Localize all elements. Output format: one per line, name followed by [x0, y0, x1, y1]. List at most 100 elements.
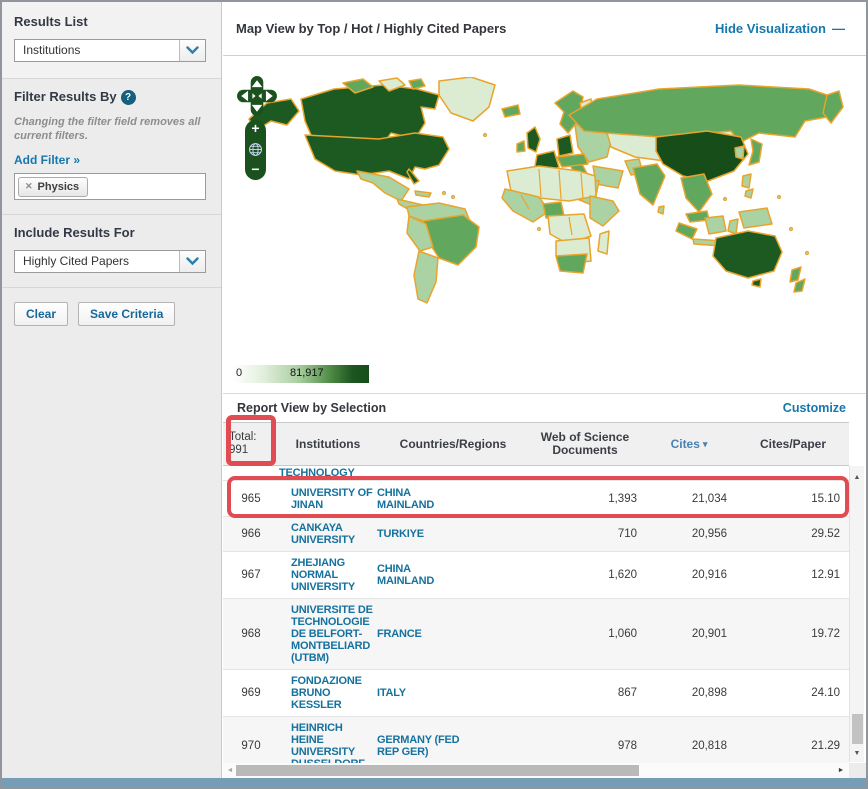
filter-section: Filter Results By? Changing the filter f… — [2, 79, 221, 214]
country-cell: TURKIYE — [377, 528, 424, 540]
table-row-968: 968 UNIVERSITE DE TECHNOLOGIE DE BELFORT-… — [223, 599, 849, 670]
vertical-scrollbar[interactable]: ▲ ▼ — [849, 466, 864, 762]
results-list-value: Institutions — [23, 43, 81, 57]
map-legend: 0 81,917 — [233, 365, 369, 383]
zoom-in-icon[interactable]: + — [251, 121, 259, 135]
institution-cell: FONDAZIONE BRUNO KESSLER — [279, 670, 377, 716]
map-area: + − 0 81,917 — [223, 57, 866, 393]
report-title: Report View by Selection — [237, 401, 387, 415]
remove-filter-icon[interactable]: ✕ — [25, 181, 33, 192]
country-cell: CHINA MAINLAND — [377, 486, 435, 511]
cpp-cell: 15.10 — [811, 492, 840, 505]
scroll-left-icon[interactable]: ◄ — [224, 763, 236, 779]
institution-cell: UNIVERSITE DE TECHNOLOGIE DE BELFORT- MO… — [279, 599, 377, 669]
institution-link[interactable]: HEINRICH HEINE UNIVERSITY DUSSELDORF — [291, 722, 377, 763]
cpp-cell: 12.91 — [811, 569, 840, 581]
col-header-countries: Countries/Regions — [399, 436, 507, 451]
rank-cell: 965 — [241, 492, 261, 505]
main-panel: Map View by Top / Hot / Highly Cited Pap… — [223, 2, 866, 779]
cites-cell: 20,916 — [691, 569, 727, 581]
docs-cell: 978 — [617, 740, 637, 752]
scroll-down-icon[interactable]: ▼ — [850, 748, 864, 760]
results-list-heading: Results List — [14, 14, 88, 29]
save-criteria-button[interactable]: Save Criteria — [78, 302, 176, 326]
map-zoom-control[interactable]: + − — [245, 120, 266, 180]
bottom-strip — [2, 778, 866, 787]
chevron-down-icon[interactable] — [179, 251, 205, 272]
institution-link[interactable]: TECHNOLOGY — [279, 467, 355, 479]
docs-cell — [529, 466, 641, 480]
col-header-cites-sort[interactable]: Cites ▾ — [641, 423, 737, 465]
chevron-down-icon[interactable] — [179, 40, 205, 61]
clear-button[interactable]: Clear — [14, 302, 69, 326]
table-header: Total: 991 Institutions Countries/Region… — [223, 422, 849, 466]
table-row-965: 965 UNIVERSITY OF JINAN CHINA MAINLAND 1,39… — [223, 481, 849, 517]
cites-sort-link[interactable]: Cites — [671, 437, 700, 451]
world-map[interactable] — [239, 77, 859, 361]
institution-cell: UNIVERSITY OF JINAN — [279, 481, 377, 516]
rank-cell: 969 — [241, 687, 261, 699]
filter-note: Changing the filter field removes all cu… — [14, 116, 201, 142]
rank-cell: 970 — [241, 740, 261, 752]
table-row-partial: TECHNOLOGY — [223, 466, 849, 481]
table-body: TECHNOLOGY 965 UNIVERSITY OF JINAN CHINA MA… — [223, 466, 849, 763]
table-row-967: 967 ZHEJIANG NORMAL UNIVERSITY CHINA MAINL… — [223, 552, 849, 599]
vertical-scrollbar-thumb[interactable] — [852, 714, 863, 744]
map-pan-control[interactable] — [236, 75, 278, 117]
table-row-969: 969 FONDAZIONE BRUNO KESSLER ITALY 867 20,89… — [223, 670, 849, 717]
filter-tag-physics[interactable]: ✕ Physics — [18, 176, 89, 197]
hide-visualization-link[interactable]: Hide Visualization — — [715, 21, 845, 36]
institution-link[interactable]: CANKAYA UNIVERSITY — [291, 522, 355, 546]
filter-heading-label: Filter Results By — [14, 89, 117, 104]
horizontal-scrollbar-thumb[interactable] — [236, 765, 639, 776]
cites-cell: 20,818 — [691, 740, 727, 752]
cites-cell: 20,898 — [691, 687, 727, 699]
filter-tag-label: Physics — [37, 180, 80, 193]
results-list-dropdown[interactable]: Institutions — [14, 39, 206, 62]
esi-window: Results List Institutions Filter Results… — [0, 0, 868, 789]
rank-cell — [223, 466, 279, 480]
cites-cell: 20,901 — [691, 628, 727, 640]
help-icon[interactable]: ? — [120, 90, 136, 105]
cpp-cell: 29.52 — [811, 528, 840, 540]
country-cell: CHINA MAINLAND — [377, 563, 435, 587]
cites-cell: 20,956 — [691, 528, 727, 540]
country-cell: GERMANY (FED REP GER) — [377, 734, 460, 758]
table-row-970: 970 HEINRICH HEINE UNIVERSITY DUSSELDORFG… — [223, 717, 849, 763]
col-header-documents: Web of Science Documents — [540, 430, 630, 457]
scroll-right-icon[interactable]: ► — [835, 763, 847, 779]
rank-cell: 966 — [241, 528, 261, 540]
sort-desc-icon: ▾ — [702, 438, 708, 449]
cpp-cell: 21.29 — [811, 740, 840, 752]
zoom-out-icon[interactable]: − — [251, 162, 259, 176]
sidebar: Results List Institutions Filter Results… — [2, 2, 222, 778]
add-filter-link[interactable]: Add Filter » — [14, 153, 80, 167]
col-header-cites-per-paper: Cites/Paper — [759, 436, 827, 451]
include-value: Highly Cited Papers — [23, 254, 130, 268]
globe-icon[interactable] — [248, 142, 263, 157]
institution-link[interactable]: UNIVERSITE DE TECHNOLOGIE DE BELFORT- MO… — [291, 604, 373, 664]
include-dropdown[interactable]: Highly Cited Papers — [14, 250, 206, 273]
institution-cell: TECHNOLOGY — [279, 466, 377, 480]
institution-link[interactable]: ZHEJIANG NORMAL UNIVERSITY — [291, 557, 355, 593]
docs-cell: 710 — [617, 528, 637, 540]
include-section: Include Results For Highly Cited Papers — [2, 215, 221, 287]
map-header: Map View by Top / Hot / Highly Cited Pap… — [223, 2, 866, 56]
collapse-icon: — — [832, 21, 845, 36]
horizontal-scrollbar[interactable]: ◄ ► — [223, 763, 866, 779]
scroll-up-icon[interactable]: ▲ — [850, 472, 864, 484]
institution-cell: CANKAYA UNIVERSITY — [279, 517, 377, 551]
hide-visualization-label: Hide Visualization — [714, 21, 826, 36]
filter-heading: Filter Results By? — [14, 89, 209, 105]
customize-link[interactable]: Customize — [783, 401, 846, 415]
sidebar-actions: Clear Save Criteria — [2, 288, 221, 340]
docs-cell: 867 — [617, 687, 637, 699]
docs-cell: 1,060 — [608, 628, 637, 640]
total-count: Total: 991 — [229, 431, 257, 456]
country-cell: ITALY — [377, 687, 406, 699]
table-row-966: 966 CANKAYA UNIVERSITY TURKIYE 710 20,956 29.… — [223, 517, 849, 552]
country-cell: FRANCE — [377, 628, 422, 640]
docs-cell: 1,620 — [608, 569, 637, 581]
institution-link[interactable]: FONDAZIONE BRUNO KESSLER — [291, 675, 362, 711]
institution-link[interactable]: UNIVERSITY OF JINAN — [291, 487, 373, 511]
